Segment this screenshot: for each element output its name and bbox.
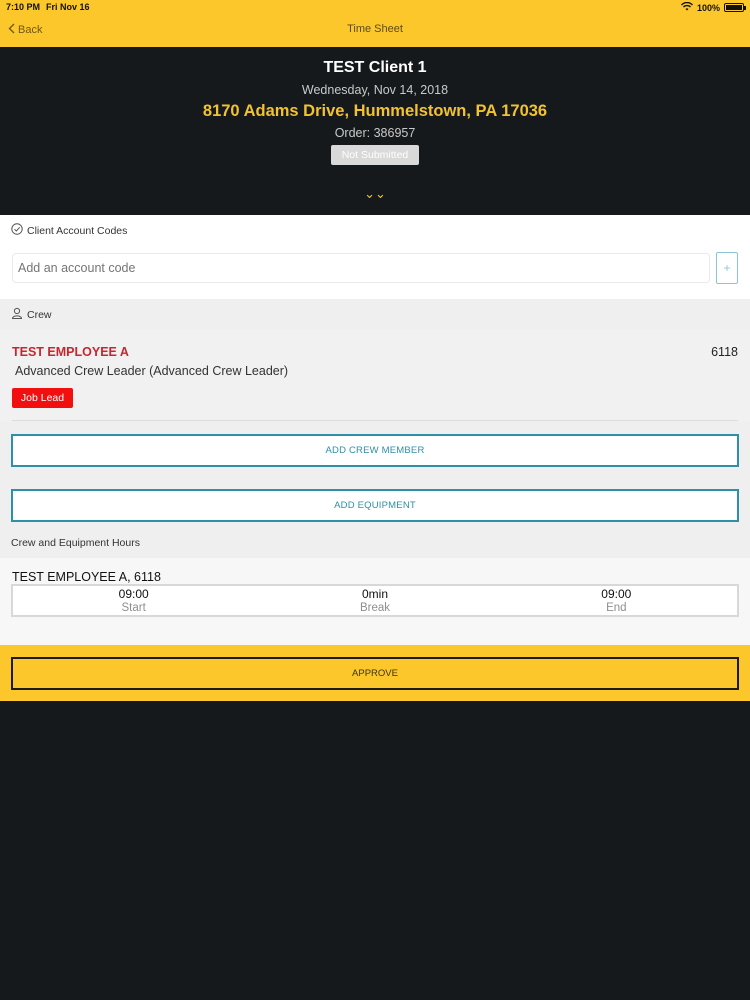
status-time: 7:10 PM [6, 2, 41, 12]
battery-icon [724, 3, 746, 12]
status-bar: 7:10 PM Fri Nov 16 100% [0, 0, 750, 15]
status-date: Fri Nov 16 [46, 2, 90, 12]
job-header: TEST Client 1 Wednesday, Nov 14, 2018 81… [0, 47, 750, 215]
add-equipment-button[interactable]: ADD EQUIPMENT [11, 489, 739, 522]
timesheet-content: Client Account Codes + Crew TEST EMPLOYE… [0, 215, 750, 645]
approve-button[interactable]: APPROVE [11, 657, 739, 690]
status-badge: Not Submitted [331, 145, 419, 165]
check-circle-icon [11, 223, 23, 238]
crew-member-id: 6118 [711, 345, 738, 359]
end-time-label: End [606, 602, 627, 614]
start-time-cell[interactable]: 09:00 Start [13, 586, 254, 615]
account-codes-label: Client Account Codes [27, 224, 128, 237]
crew-member-card[interactable]: TEST EMPLOYEE A 6118 Advanced Crew Leade… [0, 329, 750, 421]
top-bar: 7:10 PM Fri Nov 16 100% Back Time Sheet [0, 0, 750, 47]
client-name: TEST Client 1 [323, 59, 427, 76]
start-time-value: 09:00 [118, 587, 149, 601]
crew-header: Crew [11, 307, 52, 322]
start-time-label: Start [121, 602, 146, 614]
hours-grid: 09:00 Start 0min Break 09:00 End [11, 584, 739, 617]
wifi-icon [680, 1, 693, 13]
crew-member-role: Advanced Crew Leader (Advanced Crew Lead… [15, 364, 289, 378]
add-account-code-button[interactable]: + [716, 252, 738, 284]
battery-percent: 100% [696, 2, 720, 13]
end-time-cell[interactable]: 09:00 End [496, 586, 737, 615]
add-crew-member-button[interactable]: ADD CREW MEMBER [11, 434, 739, 467]
expand-chevron-icon[interactable]: ⌄⌄ [0, 187, 750, 200]
break-value: 0min [361, 587, 388, 601]
order-number: Order: 386957 [334, 126, 416, 140]
job-date: Wednesday, Nov 14, 2018 [301, 83, 449, 97]
divider [12, 420, 738, 421]
job-lead-badge: Job Lead [12, 388, 73, 408]
account-code-input[interactable] [12, 253, 710, 283]
crew-label: Crew [27, 308, 52, 321]
person-icon [11, 307, 23, 322]
status-right: 100% [680, 1, 746, 13]
break-cell[interactable]: 0min Break [254, 586, 495, 615]
nav-bar: Back Time Sheet [0, 18, 750, 44]
hours-entry-title: TEST EMPLOYEE A, 6118 [12, 570, 161, 584]
job-address[interactable]: 8170 Adams Drive, Hummelstown, PA 17036 [0, 102, 750, 121]
approve-bar: APPROVE [0, 645, 750, 701]
end-time-value: 09:00 [601, 587, 632, 601]
break-label: Break [359, 602, 391, 614]
hours-section-label: Crew and Equipment Hours [11, 537, 140, 549]
page-title: Time Sheet [347, 23, 403, 35]
hours-entry: TEST EMPLOYEE A, 6118 09:00 Start 0min B… [0, 558, 750, 645]
account-codes-header: Client Account Codes [11, 223, 127, 238]
crew-member-name: TEST EMPLOYEE A [12, 345, 129, 359]
